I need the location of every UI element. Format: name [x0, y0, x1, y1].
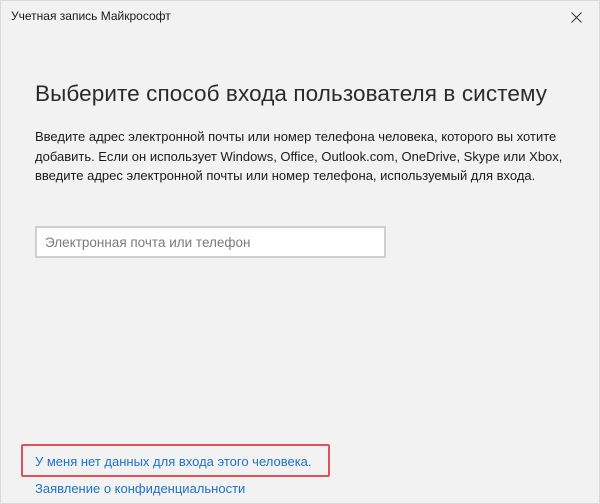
- window-title: Учетная запись Майкрософт: [11, 9, 171, 23]
- privacy-statement-link[interactable]: Заявление о конфиденциальности: [35, 481, 245, 496]
- close-button[interactable]: [553, 1, 599, 33]
- title-bar: Учетная запись Майкрософт: [1, 1, 599, 33]
- no-sign-in-info-link[interactable]: У меня нет данных для входа этого челове…: [35, 454, 312, 469]
- email-or-phone-input[interactable]: [35, 226, 386, 258]
- instructions-text: Введите адрес электронной почты или номе…: [35, 129, 563, 183]
- microsoft-account-dialog: Учетная запись Майкрософт Выберите спосо…: [0, 0, 600, 504]
- page-title: Выберите способ входа пользователя в сис…: [35, 81, 548, 106]
- close-icon: [570, 11, 582, 23]
